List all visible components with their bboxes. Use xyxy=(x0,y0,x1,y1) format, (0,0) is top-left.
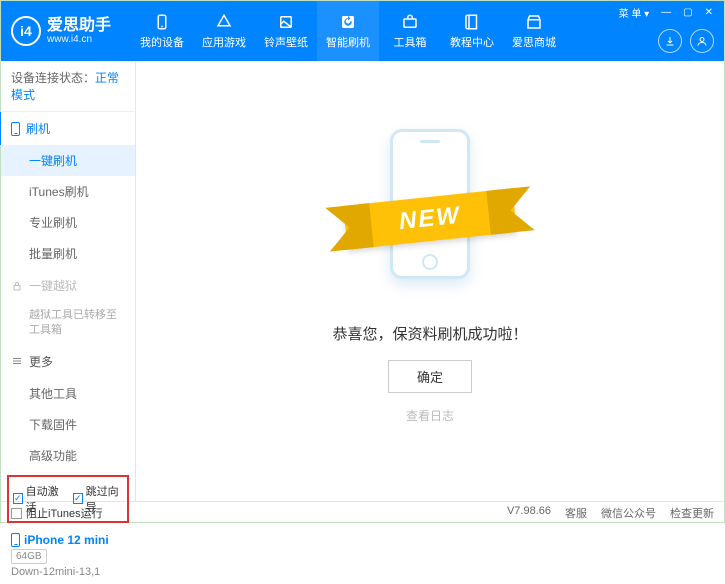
device-name: iPhone 12 mini xyxy=(24,533,109,547)
nav-label: 铃声壁纸 xyxy=(264,34,308,50)
window-controls: 菜 单 ▾ — ▢ ✕ xyxy=(616,5,716,20)
status-label: 设备连接状态： xyxy=(11,71,95,85)
view-log-link[interactable]: 查看日志 xyxy=(406,407,454,424)
book-icon xyxy=(463,13,481,31)
wallpaper-icon xyxy=(277,13,295,31)
store-icon xyxy=(525,13,543,31)
checkbox-label: 阻止iTunes运行 xyxy=(26,505,103,521)
sidebar-item-pro[interactable]: 专业刷机 xyxy=(1,207,135,238)
sidebar-section-more[interactable]: 更多 xyxy=(1,345,135,378)
update-link[interactable]: 检查更新 xyxy=(670,505,714,521)
sidebar-item-other[interactable]: 其他工具 xyxy=(1,378,135,409)
nav-label: 教程中心 xyxy=(450,34,494,50)
support-link[interactable]: 客服 xyxy=(565,505,587,521)
phone-icon xyxy=(11,122,20,136)
nav-store[interactable]: 爱思商城 xyxy=(503,1,565,61)
checkbox-checked-icon: ✓ xyxy=(13,493,23,504)
nav-label: 应用游戏 xyxy=(202,34,246,50)
nav-label: 爱思商城 xyxy=(512,34,556,50)
sidebar-section-jailbreak[interactable]: 一键越狱 xyxy=(1,269,135,302)
app-logo: i4 爱思助手 www.i4.cn xyxy=(11,16,111,46)
nav-apps[interactable]: 应用游戏 xyxy=(193,1,255,61)
account-button[interactable] xyxy=(690,29,714,53)
nav-label: 工具箱 xyxy=(394,34,427,50)
section-title: 刷机 xyxy=(26,120,50,137)
connection-status: 设备连接状态：正常模式 xyxy=(1,61,135,112)
user-icon xyxy=(696,35,708,47)
toolbox-icon xyxy=(401,13,419,31)
menu-icon xyxy=(11,355,23,367)
phone-icon xyxy=(11,533,20,547)
success-illustration: NEW xyxy=(355,119,505,299)
lock-icon xyxy=(11,280,23,292)
block-itunes-checkbox[interactable]: ✓ 阻止iTunes运行 xyxy=(11,505,103,521)
app-header: i4 爱思助手 www.i4.cn 我的设备 应用游戏 铃声壁纸 智能刷机 工具… xyxy=(1,1,724,61)
maximize-button[interactable]: ▢ xyxy=(680,7,695,18)
nav-flash[interactable]: 智能刷机 xyxy=(317,1,379,61)
confirm-button[interactable]: 确定 xyxy=(388,360,472,393)
jailbreak-note: 越狱工具已转移至工具箱 xyxy=(1,302,135,345)
sidebar-item-itunes[interactable]: iTunes刷机 xyxy=(1,176,135,207)
nav-label: 我的设备 xyxy=(140,34,184,50)
nav-my-device[interactable]: 我的设备 xyxy=(131,1,193,61)
sidebar-item-batch[interactable]: 批量刷机 xyxy=(1,238,135,269)
nav-tutorials[interactable]: 教程中心 xyxy=(441,1,503,61)
app-url: www.i4.cn xyxy=(47,34,111,45)
download-icon xyxy=(664,35,676,47)
section-title: 一键越狱 xyxy=(29,277,77,294)
checkbox-unchecked-icon: ✓ xyxy=(11,508,22,519)
version-label: V7.98.66 xyxy=(507,505,551,521)
success-message: 恭喜您，保资料刷机成功啦！ xyxy=(332,323,527,344)
minimize-button[interactable]: — xyxy=(658,7,674,18)
nav-label: 智能刷机 xyxy=(326,34,370,50)
sidebar: 设备连接状态：正常模式 刷机 一键刷机 iTunes刷机 专业刷机 批量刷机 一… xyxy=(1,61,136,501)
new-ribbon: NEW xyxy=(343,188,517,250)
download-button[interactable] xyxy=(658,29,682,53)
close-button[interactable]: ✕ xyxy=(702,7,716,18)
device-storage: 64GB xyxy=(11,549,47,564)
connected-device[interactable]: iPhone 12 mini 64GB Down-12mini-13,1 xyxy=(1,527,135,584)
logo-icon: i4 xyxy=(11,16,41,46)
nav-toolbox[interactable]: 工具箱 xyxy=(379,1,441,61)
sidebar-item-advanced[interactable]: 高级功能 xyxy=(1,440,135,471)
app-title: 爱思助手 xyxy=(47,17,111,35)
refresh-icon xyxy=(339,13,357,31)
device-model: Down-12mini-13,1 xyxy=(11,566,125,578)
sidebar-section-flash[interactable]: 刷机 xyxy=(0,112,135,145)
checkbox-checked-icon: ✓ xyxy=(73,493,83,504)
apps-icon xyxy=(215,13,233,31)
main-nav: 我的设备 应用游戏 铃声壁纸 智能刷机 工具箱 教程中心 爱思商城 xyxy=(131,1,565,61)
main-content: NEW 恭喜您，保资料刷机成功啦！ 确定 查看日志 xyxy=(136,61,724,501)
section-title: 更多 xyxy=(29,353,53,370)
sidebar-item-oneclick[interactable]: 一键刷机 xyxy=(1,145,135,176)
phone-icon xyxy=(153,13,171,31)
menu-dropdown[interactable]: 菜 单 ▾ xyxy=(616,5,653,20)
sidebar-item-firmware[interactable]: 下载固件 xyxy=(1,409,135,440)
nav-ringtones[interactable]: 铃声壁纸 xyxy=(255,1,317,61)
wechat-link[interactable]: 微信公众号 xyxy=(601,505,656,521)
